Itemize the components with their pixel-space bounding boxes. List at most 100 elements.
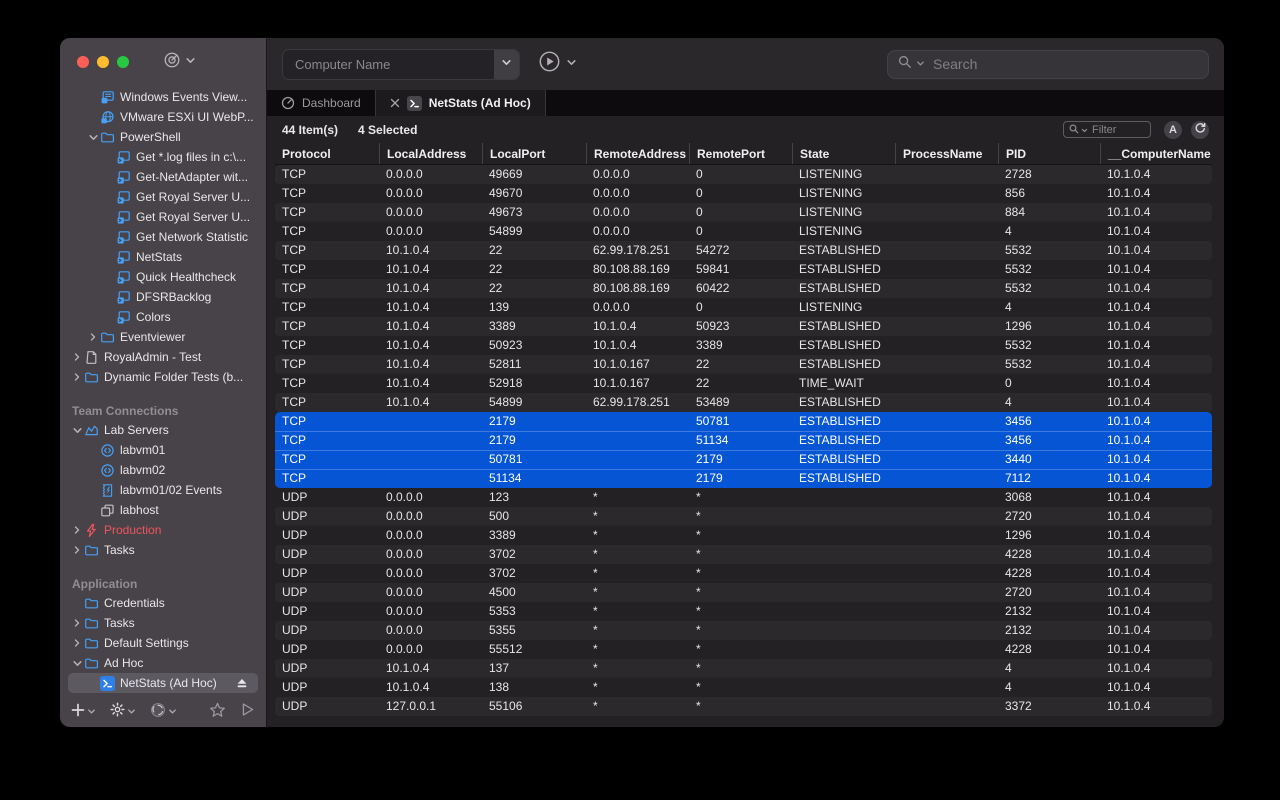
chevron-right-icon[interactable] [70, 618, 84, 628]
sidebar-item-royaladmin-test[interactable]: RoyalAdmin - Test [60, 347, 266, 367]
table-row[interactable]: TCP10.1.0.41390.0.0.00LISTENING410.1.0.4 [275, 298, 1212, 317]
chevron-down-icon[interactable] [70, 658, 84, 669]
table-row[interactable]: UDP0.0.0.0123**306810.1.0.4 [275, 488, 1212, 507]
sidebar-item-labvm01[interactable]: labvm01 [60, 440, 266, 460]
sidebar-item-production[interactable]: Production [60, 520, 266, 540]
table-row[interactable]: TCP0.0.0.0496690.0.0.00LISTENING272810.1… [275, 165, 1212, 184]
table-row[interactable]: UDP0.0.0.03389**129610.1.0.4 [275, 526, 1212, 545]
sidebar-item-dfsrbacklog[interactable]: DFSRBacklog [60, 287, 266, 307]
sidebar-item-tasks[interactable]: Tasks [60, 613, 266, 633]
sidebar-item-eventviewer[interactable]: Eventviewer [60, 327, 266, 347]
close-tab-icon[interactable] [390, 98, 400, 108]
sidebar-item-get-network-statistic[interactable]: Get Network Statistic [60, 227, 266, 247]
sidebar-item-powershell[interactable]: PowerShell [60, 127, 266, 147]
add-button[interactable] [71, 703, 96, 722]
sidebar-item-default-settings[interactable]: Default Settings [60, 633, 266, 653]
table-row[interactable]: TCP10.1.0.45291810.1.0.16722TIME_WAIT010… [275, 374, 1212, 393]
table-row[interactable]: UDP0.0.0.04500**272010.1.0.4 [275, 583, 1212, 602]
minimize-window-button[interactable] [97, 56, 109, 68]
column-header-localaddress[interactable]: LocalAddress [379, 143, 482, 164]
sidebar-item-netstats[interactable]: NetStats [60, 247, 266, 267]
close-window-button[interactable] [77, 56, 89, 68]
column-header-pid[interactable]: PID [998, 143, 1100, 164]
column-header-protocol[interactable]: Protocol [275, 143, 379, 164]
sidebar-item-colors[interactable]: Colors [60, 307, 266, 327]
sidebar-item-get-log-files-in-c[interactable]: Get *.log files in c:\... [60, 147, 266, 167]
cell-remoteport: 54272 [689, 241, 792, 260]
chevron-down-icon[interactable] [86, 132, 100, 143]
column-header-remoteaddress[interactable]: RemoteAddress [586, 143, 689, 164]
table-row[interactable]: TCP10.1.0.45092310.1.0.43389ESTABLISHED5… [275, 336, 1212, 355]
search-input[interactable]: Search [887, 50, 1209, 79]
chevron-down-icon[interactable] [70, 425, 84, 436]
settings-button[interactable] [110, 702, 136, 722]
table-row[interactable]: TCP0.0.0.0496700.0.0.00LISTENING85610.1.… [275, 184, 1212, 203]
table-row[interactable]: UDP0.0.0.03702**422810.1.0.4 [275, 564, 1212, 583]
table-row[interactable]: UDP0.0.0.05353**213210.1.0.4 [275, 602, 1212, 621]
table-row[interactable]: TCP507812179ESTABLISHED344010.1.0.4 [275, 450, 1212, 469]
sidebar-item-windows-events-view[interactable]: Windows Events View... [60, 87, 266, 107]
table-row[interactable]: UDP127.0.0.155106**337210.1.0.4 [275, 697, 1212, 716]
sidebar-item-labvm02[interactable]: labvm02 [60, 460, 266, 480]
cell-processname [895, 355, 998, 374]
table-row[interactable]: UDP0.0.0.05355**213210.1.0.4 [275, 621, 1212, 640]
table-row[interactable]: TCP10.1.0.4338910.1.0.450923ESTABLISHED1… [275, 317, 1212, 336]
table-row[interactable]: UDP0.0.0.03702**422810.1.0.4 [275, 545, 1212, 564]
filter-input[interactable]: Filter [1063, 121, 1151, 138]
sidebar-item-lab-servers[interactable]: Lab Servers [60, 420, 266, 440]
chevron-right-icon[interactable] [70, 638, 84, 648]
table-row[interactable]: TCP10.1.0.45489962.99.178.25153489ESTABL… [275, 393, 1212, 412]
chevron-right-icon[interactable] [86, 332, 100, 342]
sidebar-item-labvm01-02-events[interactable]: labvm01/02 Events [60, 480, 266, 500]
run-button[interactable] [538, 50, 561, 78]
window-titlebar [60, 38, 266, 86]
computer-name-input[interactable]: Computer Name [282, 49, 520, 80]
sidebar-item-quick-healthcheck[interactable]: Quick Healthcheck [60, 267, 266, 287]
tab-dashboard[interactable]: Dashboard [267, 90, 375, 116]
chevron-right-icon[interactable] [70, 545, 84, 555]
cell-processname [895, 165, 998, 184]
computer-name-dropdown[interactable] [494, 50, 519, 79]
table-row[interactable]: TCP217950781ESTABLISHED345610.1.0.4 [275, 412, 1212, 431]
table-row[interactable]: TCP10.1.0.42262.99.178.25154272ESTABLISH… [275, 241, 1212, 260]
sidebar-item-ad-hoc[interactable]: Ad Hoc [60, 653, 266, 673]
sidebar-item-get-royal-server-u[interactable]: Get Royal Server U... [60, 187, 266, 207]
column-header-computername[interactable]: __ComputerName [1100, 143, 1211, 164]
tab-netstats-ad-hoc[interactable]: NetStats (Ad Hoc) [376, 90, 545, 116]
table-row[interactable]: TCP0.0.0.0548990.0.0.00LISTENING410.1.0.… [275, 222, 1212, 241]
sidebar-item-credentials[interactable]: Credentials [60, 593, 266, 613]
sidebar-item-dynamic-folder-tests-b[interactable]: Dynamic Folder Tests (b... [60, 367, 266, 387]
refresh-button[interactable] [1191, 121, 1209, 139]
sidebar-item-netstats-ad-hoc[interactable]: NetStats (Ad Hoc) [68, 673, 258, 693]
table-row[interactable]: TCP511342179ESTABLISHED711210.1.0.4 [275, 469, 1212, 488]
favorites-button[interactable] [209, 702, 226, 723]
zoom-window-button[interactable] [117, 56, 129, 68]
chevron-right-icon[interactable] [70, 525, 84, 535]
table-row[interactable]: UDP10.1.0.4137**410.1.0.4 [275, 659, 1212, 678]
table-row[interactable]: TCP217951134ESTABLISHED345610.1.0.4 [275, 431, 1212, 450]
column-header-state[interactable]: State [792, 143, 895, 164]
column-header-remoteport[interactable]: RemotePort [689, 143, 792, 164]
eject-icon[interactable] [236, 678, 248, 689]
table-row[interactable]: TCP10.1.0.42280.108.88.16959841ESTABLISH… [275, 260, 1212, 279]
table-row[interactable]: TCP10.1.0.42280.108.88.16960422ESTABLISH… [275, 279, 1212, 298]
run-options-dropdown[interactable] [566, 55, 577, 73]
sidebar-item-vmware-esxi-ui-webp[interactable]: VMware ESXi UI WebP... [60, 107, 266, 127]
connect-button[interactable] [240, 702, 255, 722]
sidebar-item-get-royal-server-u[interactable]: Get Royal Server U... [60, 207, 266, 227]
column-header-processname[interactable]: ProcessName [895, 143, 998, 164]
table-row[interactable]: UDP0.0.0.055512**422810.1.0.4 [275, 640, 1212, 659]
chevron-right-icon[interactable] [70, 352, 84, 362]
table-row[interactable]: UDP10.1.0.4138**410.1.0.4 [275, 678, 1212, 697]
auto-refresh-button[interactable]: A [1164, 121, 1182, 139]
connect-dropdown-button[interactable] [163, 51, 196, 74]
sidebar-item-tasks[interactable]: Tasks [60, 540, 266, 560]
chevron-right-icon[interactable] [70, 372, 84, 382]
table-row[interactable]: UDP0.0.0.0500**272010.1.0.4 [275, 507, 1212, 526]
sidebar-item-get-netadapter-wit[interactable]: Get-NetAdapter wit... [60, 167, 266, 187]
table-row[interactable]: TCP10.1.0.45281110.1.0.16722ESTABLISHED5… [275, 355, 1212, 374]
sidebar-item-labhost[interactable]: labhost [60, 500, 266, 520]
table-row[interactable]: TCP0.0.0.0496730.0.0.00LISTENING88410.1.… [275, 203, 1212, 222]
column-header-localport[interactable]: LocalPort [482, 143, 586, 164]
actions-button[interactable] [150, 702, 177, 723]
